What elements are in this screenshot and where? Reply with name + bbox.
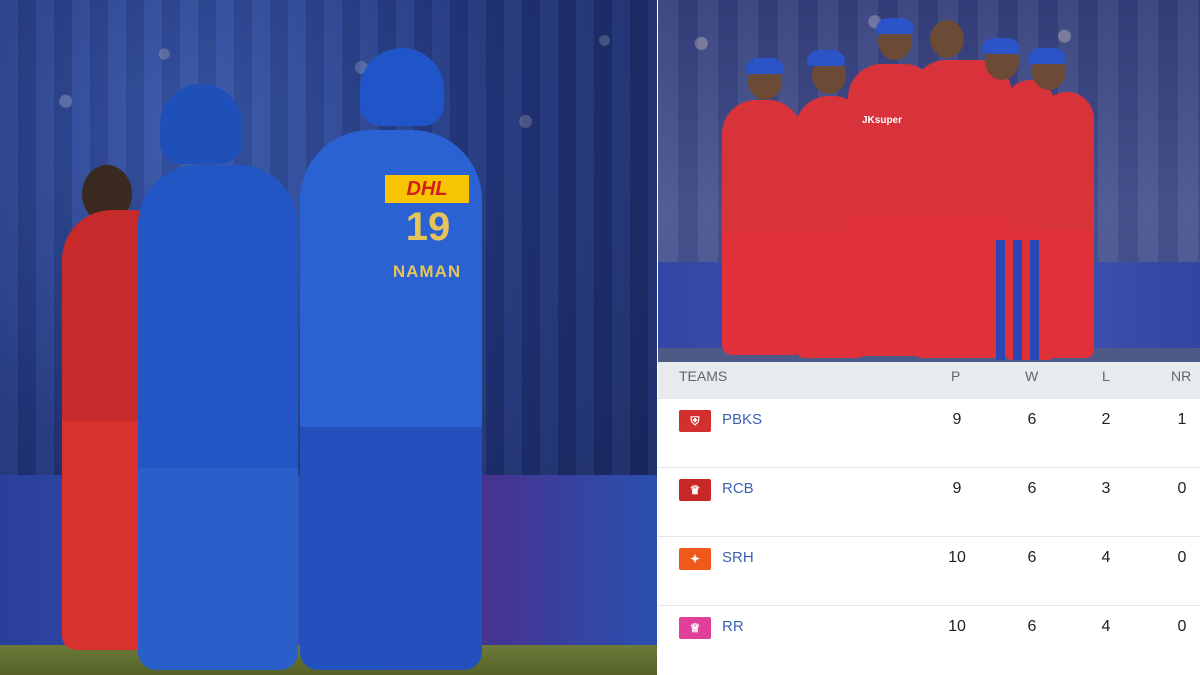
column-header-played: P <box>951 368 961 384</box>
batters-photo: DHL 19 NAMAN <box>0 0 657 675</box>
lost-value: 4 <box>1101 549 1111 566</box>
no-result-value: 0 <box>1177 480 1187 497</box>
table-row[interactable]: ✦ SRH 10 6 4 0 <box>658 536 1200 605</box>
table-row[interactable]: ⛨ PBKS 9 6 2 1 <box>658 398 1200 467</box>
player-figure <box>1040 92 1094 358</box>
team-name[interactable]: PBKS <box>722 408 762 432</box>
team-name[interactable]: RR <box>722 615 744 639</box>
column-header-no-result: NR <box>1171 368 1192 384</box>
jersey-name: NAMAN <box>392 262 462 281</box>
batter-helmet-second <box>360 48 444 126</box>
table-row[interactable]: ♕ RR 10 6 4 0 <box>658 605 1200 674</box>
shield-logo-icon: ⛨ <box>679 410 711 432</box>
batter-figure <box>138 165 298 670</box>
won-value: 6 <box>1027 549 1037 566</box>
no-result-value: 0 <box>1177 618 1187 635</box>
no-result-value: 0 <box>1177 549 1187 566</box>
player-cap <box>876 18 914 34</box>
played-value: 10 <box>948 618 966 635</box>
jersey-sponsor-logo: DHL <box>385 175 469 203</box>
played-value: 9 <box>952 480 962 497</box>
lost-value: 4 <box>1101 618 1111 635</box>
won-value: 6 <box>1027 480 1037 497</box>
column-header-teams: TEAMS <box>679 368 728 384</box>
lost-value: 2 <box>1101 411 1111 428</box>
lion-logo-icon: ♛ <box>679 479 711 501</box>
lost-value: 3 <box>1101 480 1111 497</box>
won-value: 6 <box>1027 618 1037 635</box>
table-header: TEAMS P W L NR <box>658 362 1200 398</box>
won-value: 6 <box>1027 411 1037 428</box>
batter-helmet <box>160 84 242 164</box>
player-head <box>930 20 964 58</box>
no-result-value: 1 <box>1177 411 1187 428</box>
table-row[interactable]: ♛ RCB 9 6 3 0 <box>658 467 1200 536</box>
jersey-number: 19 <box>405 205 451 249</box>
points-table: TEAMS P W L NR ⛨ PBKS 9 6 2 1 ♛ RCB 9 6 … <box>658 362 1200 675</box>
eagle-logo-icon: ✦ <box>679 548 711 570</box>
player-figure <box>722 100 802 355</box>
player-cap <box>746 58 784 74</box>
played-value: 9 <box>952 411 962 428</box>
crown-logo-icon: ♕ <box>679 617 711 639</box>
team-name[interactable]: RCB <box>722 477 754 501</box>
column-header-lost: L <box>1102 368 1110 384</box>
player-cap <box>982 38 1020 54</box>
shirt-sponsor: JKsuper <box>862 115 903 126</box>
team-name[interactable]: SRH <box>722 546 754 570</box>
column-header-won: W <box>1025 368 1039 384</box>
cricket-stumps <box>996 240 1040 360</box>
played-value: 10 <box>948 549 966 566</box>
player-cap <box>1028 48 1066 64</box>
player-cap <box>807 50 845 66</box>
